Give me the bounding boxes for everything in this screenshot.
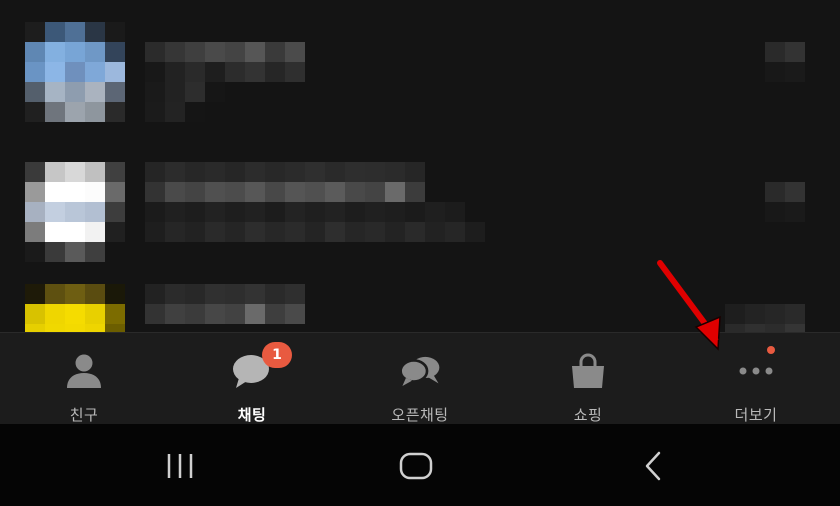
annotation-arrow-icon: [657, 260, 721, 351]
tab-chats[interactable]: 채팅: [168, 333, 336, 425]
more-dots-icon: [734, 351, 778, 390]
chat-preview-censored: [145, 162, 505, 242]
shopping-bag-icon: [566, 351, 610, 390]
person-icon: [62, 351, 106, 390]
chat-list-item[interactable]: [0, 20, 840, 130]
chat-preview-censored: [145, 42, 305, 122]
app-screen: 친구 채팅 오픈채팅 쇼핑 더보기 1: [0, 0, 840, 506]
chat-list-item[interactable]: [0, 160, 840, 270]
tab-label: 더보기: [734, 406, 778, 424]
chat-avatar: [25, 284, 125, 332]
system-nav-bar: [0, 424, 840, 506]
chat-time-censored: [765, 182, 805, 222]
back-icon: [645, 451, 661, 481]
home-button[interactable]: [391, 446, 441, 486]
tab-label: 채팅: [237, 406, 267, 424]
tab-label: 친구: [69, 406, 99, 424]
tab-label: 오픈채팅: [391, 406, 449, 424]
chat-avatar: [25, 22, 125, 122]
new-notification-dot: [767, 346, 775, 354]
home-icon: [399, 452, 433, 480]
tab-label: 쇼핑: [573, 406, 603, 424]
tab-friends[interactable]: 친구: [0, 333, 168, 425]
open-chat-icon: [398, 351, 442, 390]
back-button[interactable]: [628, 446, 678, 486]
tab-shopping[interactable]: 쇼핑: [504, 333, 672, 425]
chat-time-censored: [765, 42, 805, 82]
recent-apps-icon: [167, 454, 193, 478]
unread-count-badge: 1: [262, 342, 292, 368]
recent-apps-button[interactable]: [155, 446, 205, 486]
tab-openchat[interactable]: 오픈채팅: [336, 333, 504, 425]
chat-time-censored: [725, 304, 805, 332]
chat-preview-censored: [145, 284, 305, 324]
chat-avatar: [25, 162, 125, 262]
